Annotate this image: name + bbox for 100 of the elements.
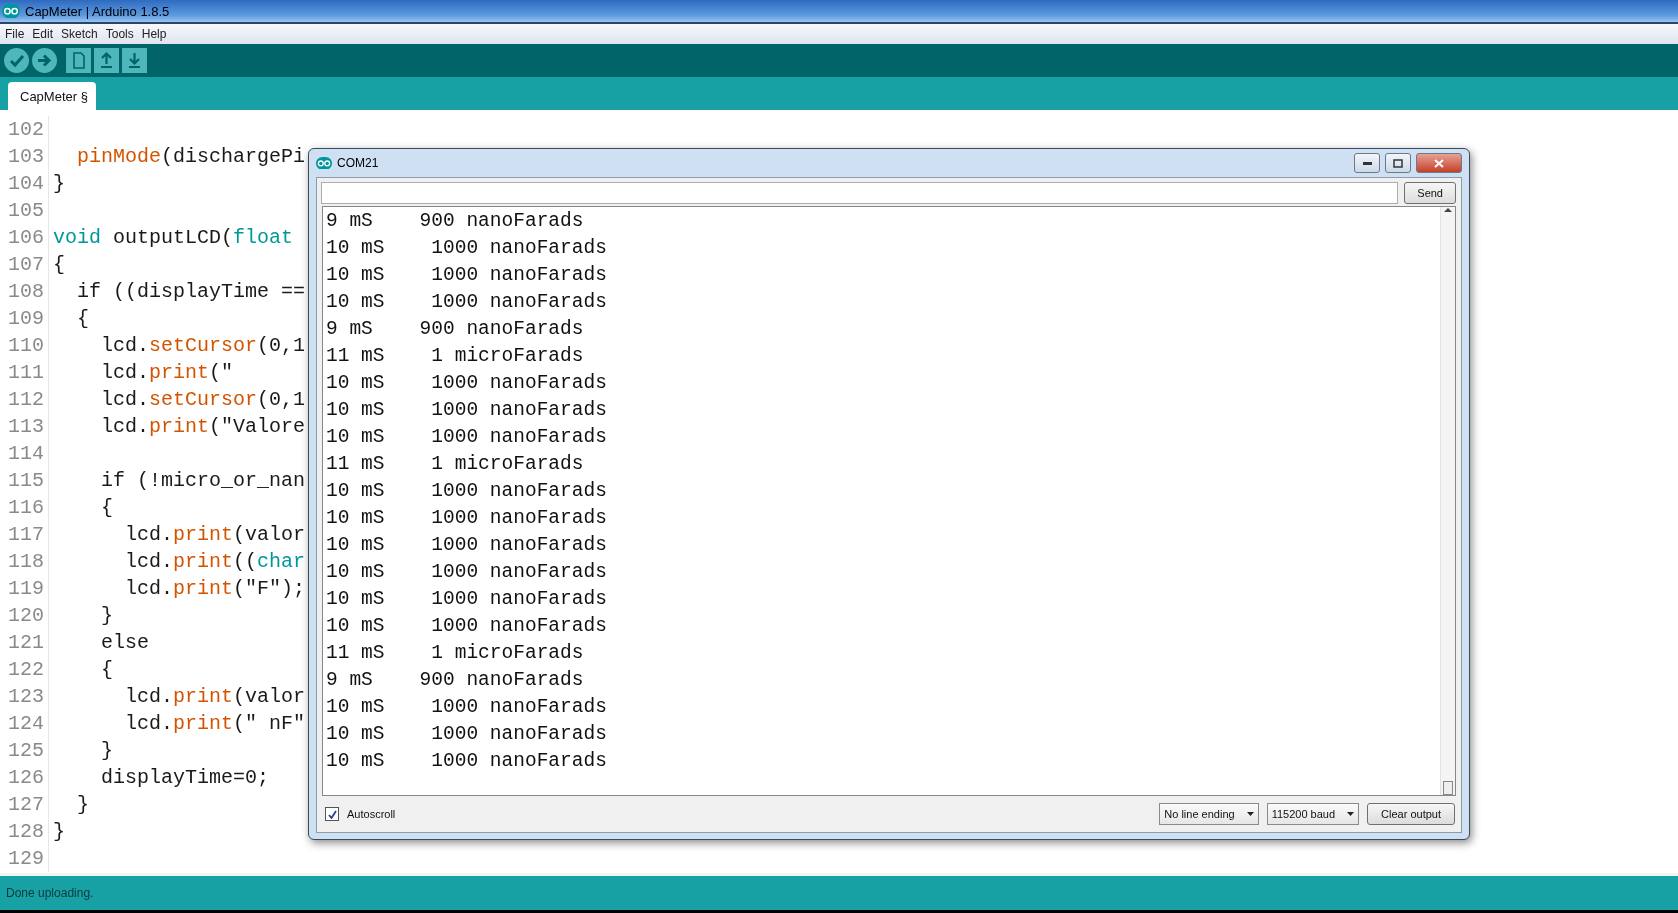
menu-item[interactable]: Tools — [105, 27, 134, 41]
menu-item[interactable]: Edit — [32, 27, 54, 41]
line-number: 127 — [0, 791, 49, 818]
output-line: 10 mS 1000 nanoFarads — [326, 290, 608, 315]
infinity-logo-icon — [2, 3, 20, 19]
maximize-button[interactable] — [1385, 153, 1411, 173]
line-number: 124 — [0, 710, 49, 737]
minimize-button[interactable] — [1354, 153, 1380, 173]
output-line: 11 mS 1 microFarads — [326, 641, 585, 666]
output-line: 10 mS 1000 nanoFarads — [326, 425, 608, 450]
output-line: 10 mS 1000 nanoFarads — [326, 695, 608, 720]
line-number: 112 — [0, 386, 49, 413]
output-line: 11 mS 1 microFarads — [326, 452, 585, 477]
code-line: } — [100, 739, 113, 762]
output-line: 10 mS 1000 nanoFarads — [326, 506, 608, 531]
output-line: 10 mS 1000 nanoFarads — [326, 263, 608, 288]
code-line: lcd.setCursor(0,1 — [100, 334, 306, 357]
line-number: 107 — [0, 251, 49, 278]
dropdown-icon — [1347, 812, 1355, 816]
output-line: 10 mS 1000 nanoFarads — [326, 236, 608, 261]
line-number: 126 — [0, 764, 49, 791]
baud-rate-dropdown[interactable]: 115200 baud — [1266, 803, 1360, 825]
line-number: 103 — [0, 143, 49, 170]
serial-input-field[interactable] — [321, 182, 1399, 204]
menu-item[interactable]: File — [5, 27, 25, 41]
document-icon — [66, 48, 91, 73]
close-icon — [1434, 158, 1444, 168]
code-line: lcd.print(" nF" — [124, 712, 306, 735]
code-line: displayTime=0; — [100, 766, 270, 789]
arrow-right-icon — [32, 48, 57, 73]
output-line: 10 mS 1000 nanoFarads — [326, 614, 608, 639]
code-line: lcd.print("Valore — [100, 415, 306, 438]
line-number: 105 — [0, 197, 49, 224]
line-ending-dropdown[interactable]: No line ending — [1159, 803, 1259, 825]
line-number: 125 — [0, 737, 49, 764]
clear-output-button[interactable]: Clear output — [1367, 803, 1455, 825]
line-number: 114 — [0, 440, 49, 467]
verify-button[interactable] — [4, 48, 29, 73]
output-line: 10 mS 1000 nanoFarads — [326, 722, 608, 747]
output-line: 10 mS 1000 nanoFarads — [326, 479, 608, 504]
code-line: } — [52, 820, 65, 843]
code-line: lcd.print(valor — [124, 685, 306, 708]
code-line: lcd.print(valor — [124, 523, 306, 546]
scrollbar[interactable] — [1440, 207, 1455, 795]
menu-item[interactable]: Sketch — [61, 27, 98, 41]
output-line: 10 mS 1000 nanoFarads — [326, 587, 608, 612]
line-number: 104 — [0, 170, 49, 197]
line-number: 110 — [0, 332, 49, 359]
line-number: 129 — [0, 845, 49, 872]
line-number: 128 — [0, 818, 49, 845]
line-number: 120 — [0, 602, 49, 629]
output-line: 10 mS 1000 nanoFarads — [326, 398, 608, 423]
output-line: 10 mS 1000 nanoFarads — [326, 749, 608, 774]
code-line: pinMode(dischargePi — [76, 145, 306, 168]
close-button[interactable] — [1416, 153, 1462, 173]
code-line: } — [76, 793, 89, 816]
code-line: { — [52, 253, 65, 276]
open-button[interactable] — [94, 48, 119, 73]
menu-item[interactable]: Help — [141, 27, 167, 41]
save-button[interactable] — [122, 48, 147, 73]
code-line: lcd.setCursor(0,1 — [100, 388, 306, 411]
code-line: else — [100, 631, 149, 654]
new-button[interactable] — [66, 48, 91, 73]
line-number: 109 — [0, 305, 49, 332]
upload-button[interactable] — [32, 48, 57, 73]
output-line: 9 mS 900 nanoFarads — [326, 668, 585, 693]
arrow-up-icon — [94, 48, 119, 73]
code-line: void outputLCD(float — [52, 226, 294, 249]
send-button[interactable]: Send — [1404, 182, 1456, 204]
code-line: { — [76, 307, 89, 330]
output-line: 11 mS 1 microFarads — [326, 344, 585, 369]
window-title: CapMeter | Arduino 1.8.5 — [25, 3, 170, 19]
infinity-logo-icon — [316, 156, 332, 170]
line-number: 102 — [0, 116, 49, 143]
status-message: Done uploading. — [6, 886, 94, 900]
line-number: 122 — [0, 656, 49, 683]
output-line: 9 mS 900 nanoFarads — [326, 317, 585, 342]
window-title: COM21 — [337, 156, 380, 170]
check-icon — [4, 48, 29, 73]
line-number: 111 — [0, 359, 49, 386]
line-number: 118 — [0, 548, 49, 575]
autoscroll-checkbox[interactable] — [325, 807, 339, 821]
line-number: 106 — [0, 224, 49, 251]
code-line: if (!micro_or_nan — [100, 469, 306, 492]
line-number: 113 — [0, 413, 49, 440]
dropdown-icon — [1246, 812, 1254, 816]
line-number: 115 — [0, 467, 49, 494]
sketch-tab[interactable]: CapMeter § — [8, 82, 96, 110]
code-line: lcd.print(" — [100, 361, 234, 384]
scroll-up-icon — [1444, 207, 1452, 213]
output-line: 10 mS 1000 nanoFarads — [326, 560, 608, 585]
line-number: 121 — [0, 629, 49, 656]
code-line: { — [100, 496, 113, 519]
code-line: } — [100, 604, 113, 627]
code-line: { — [100, 658, 113, 681]
line-number: 123 — [0, 683, 49, 710]
maximize-icon — [1393, 158, 1403, 168]
output-line: 10 mS 1000 nanoFarads — [326, 371, 608, 396]
checkbox-label: Autoscroll — [347, 808, 397, 820]
minimize-icon — [1362, 161, 1372, 165]
